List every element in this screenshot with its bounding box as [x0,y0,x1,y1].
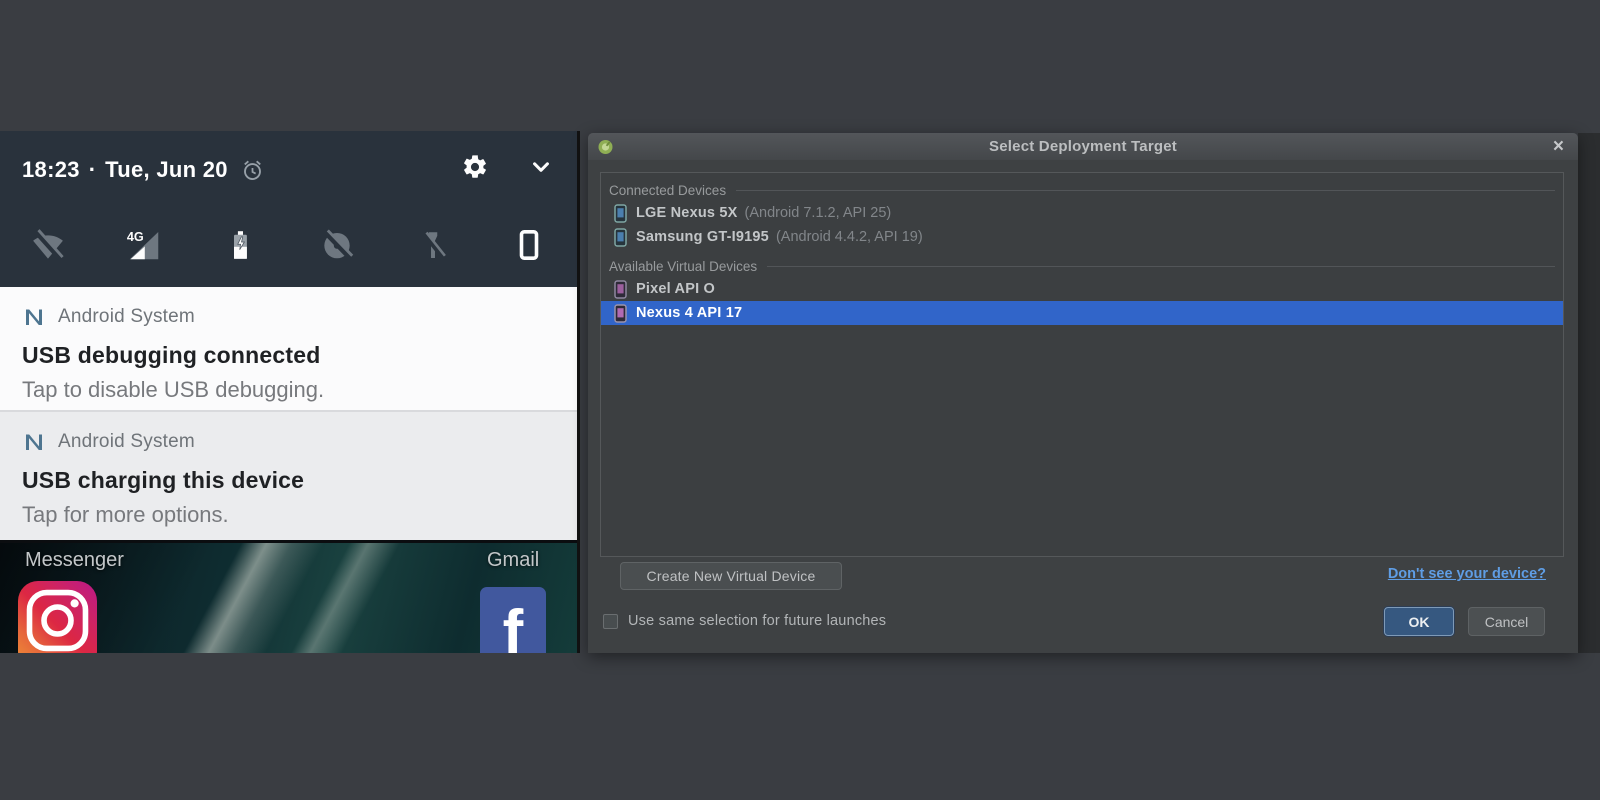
dialog-titlebar[interactable]: Select Deployment Target × [588,133,1578,160]
notification-body: Tap for more options. [22,502,229,527]
notification-shade-header: 18:23 · Tue, Jun 20 4G [0,131,577,287]
physical-device-icon [614,203,627,223]
use-same-selection-checkbox[interactable] [603,613,618,629]
app-label-messenger: Messenger [25,549,124,571]
clock-time: 18:23 [22,157,80,182]
app-label-gmail: Gmail [487,549,540,571]
android-n-logo-icon [26,309,42,325]
notification-app-name: Android System [58,431,195,452]
device-name: Samsung GT-I9195 [636,229,769,245]
alarm-icon [243,160,261,180]
physical-device-icon [614,227,627,247]
create-new-virtual-device-button[interactable]: Create New Virtual Device [620,562,842,590]
virtual-device-icon [614,303,627,323]
instagram-icon[interactable] [18,581,97,653]
notification-header: Android System [22,305,555,329]
quick-settings-row: 4G [0,223,577,267]
section-rule [767,265,1555,267]
notification-body: Tap to disable USB debugging. [22,377,325,402]
section-header-label: Available Virtual Devices [609,258,758,274]
shade-controls [461,153,555,181]
virtual-device-icon [614,279,627,299]
device-name: LGE Nexus 5X [636,205,738,221]
section-connected-devices: Connected Devices [601,179,1563,201]
device-name: Pixel API O [636,281,716,297]
use-same-selection-row: Use same selection for future launches [603,613,886,629]
section-rule [736,189,1555,191]
facebook-icon[interactable]: f [480,587,546,653]
device-detail: (Android 4.4.2, API 19) [775,229,923,245]
dialog-title: Select Deployment Target [989,138,1177,155]
flashlight-off-icon[interactable] [416,226,450,264]
location-off-icon[interactable] [318,226,356,264]
notification-header: Android System [22,430,555,454]
notification-title: USB debugging connected [22,342,321,368]
battery-charging-icon[interactable] [222,226,258,264]
background-window-strip [1578,133,1600,653]
svg-text:4G: 4G [127,230,144,244]
home-screen-wallpaper: Messenger Gmail f [0,540,577,653]
notification-usb-charging[interactable]: Android System USB charging this device … [0,412,577,540]
clock-row: 18:23 · Tue, Jun 20 [22,157,265,183]
notification-usb-debugging[interactable]: Android System USB debugging connected T… [0,287,577,410]
use-same-selection-label: Use same selection for future launches [628,613,887,629]
settings-gear-icon[interactable] [461,153,489,181]
signal-4g-icon[interactable]: 4G [125,226,163,264]
close-icon[interactable]: × [1553,135,1564,159]
device-list[interactable]: Connected Devices LGE Nexus 5X (Android … [600,172,1564,557]
cancel-button[interactable]: Cancel [1468,607,1545,636]
android-n-logo-icon [26,434,42,450]
device-row-lge-nexus-5x[interactable]: LGE Nexus 5X (Android 7.1.2, API 25) [601,201,1563,225]
ok-button[interactable]: OK [1384,607,1454,636]
device-row-samsung-gt-i9195[interactable]: Samsung GT-I9195 (Android 4.4.2, API 19) [601,225,1563,249]
android-device-screenshot: 18:23 · Tue, Jun 20 4G Android System US… [0,131,580,653]
select-deployment-target-dialog: Select Deployment Target × Connected Dev… [588,133,1578,653]
section-available-virtual-devices: Available Virtual Devices [601,255,1563,277]
device-row-pixel-api-o[interactable]: Pixel API O [601,277,1563,301]
device-name: Nexus 4 API 17 [636,305,743,321]
clock-separator: · [88,157,97,182]
device-row-nexus-4-api-17[interactable]: Nexus 4 API 17 [601,301,1563,325]
device-detail: (Android 7.1.2, API 25) [744,205,892,221]
wifi-off-icon[interactable] [29,226,67,264]
android-studio-icon [598,140,613,154]
notification-app-name: Android System [58,306,195,327]
screen: 18:23 · Tue, Jun 20 4G Android System US… [0,0,1600,800]
portrait-mode-icon[interactable] [511,226,547,264]
section-header-label: Connected Devices [609,182,727,198]
clock-date: Tue, Jun 20 [105,157,228,182]
chevron-down-icon[interactable] [527,153,555,181]
dont-see-your-device-link[interactable]: Don't see your device? [1388,566,1546,582]
notification-title: USB charging this device [22,467,305,493]
